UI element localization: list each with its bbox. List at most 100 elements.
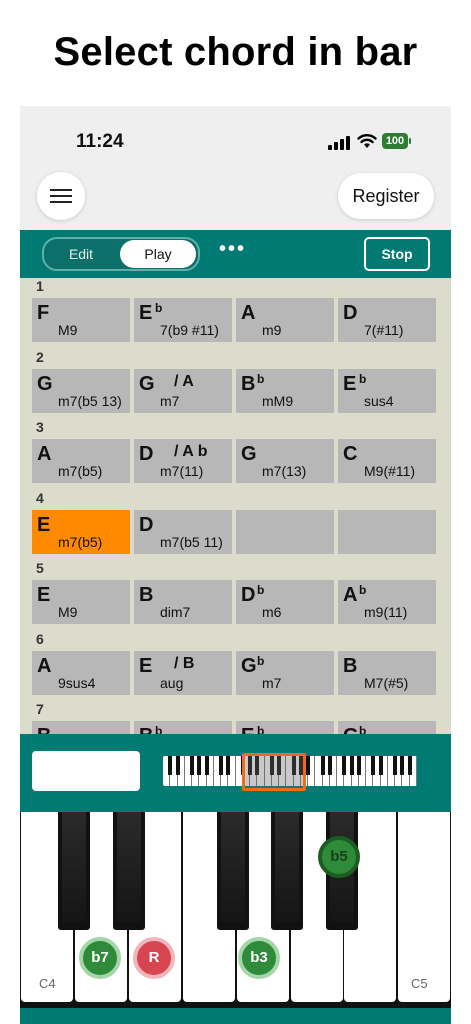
chord-cell[interactable]: Am7(b5) [32, 439, 130, 483]
black-key[interactable] [271, 812, 303, 930]
chord-cell-selected[interactable]: Em7(b5) [32, 509, 130, 554]
chord-cell[interactable]: Eb sus4 [338, 368, 436, 413]
chord-root: G [241, 443, 257, 465]
chord-cell[interactable]: G / A m7 [134, 368, 232, 413]
bar-number: 6 [36, 630, 44, 647]
chord-quality: m6 [262, 604, 282, 620]
overview-black-key [219, 756, 224, 775]
chord-quality: M9(#11) [364, 463, 416, 479]
chord-quality: m7(b5) [58, 533, 103, 550]
overview-black-key [327, 756, 332, 775]
chord-root: A [241, 302, 256, 324]
chord-quality: M7(#5) [364, 674, 409, 691]
chord-cell[interactable]: Ab m9(11) [338, 580, 436, 624]
edit-mode-button[interactable]: Edit [44, 239, 118, 269]
overview-black-key [371, 756, 376, 775]
mode-segmented-control: Edit Play [42, 237, 200, 271]
chord-quality: m7(b5) [58, 463, 103, 479]
overview-black-key [378, 756, 383, 775]
chord-cell[interactable]: Gb m7 [236, 650, 334, 695]
chord-quality: mM9 [262, 392, 294, 409]
chord-cell[interactable]: Bb [134, 721, 232, 735]
bar-number: 1 [36, 278, 44, 294]
chord-cell[interactable]: Eb [236, 721, 334, 735]
keyboard-range-selector[interactable] [242, 753, 306, 791]
chord-cell[interactable]: Gb [338, 721, 436, 735]
chord-cell[interactable]: Dm7(b5 11) [134, 509, 232, 554]
chord-root: G [139, 372, 155, 395]
chord-cell[interactable]: C M9(#11) [338, 439, 436, 483]
chord-quality: m7(b5 13) [58, 392, 122, 409]
chord-root: B [241, 372, 256, 395]
chord-root: E [37, 513, 51, 536]
wifi-icon [357, 134, 377, 148]
chord-tone-marker: R [133, 937, 175, 979]
chord-accidental: b [257, 371, 265, 386]
chord-root: E [343, 372, 357, 395]
overview-black-key [175, 756, 180, 775]
bar-number: 3 [36, 419, 44, 435]
chord-slash-bass: / B [174, 654, 195, 672]
keyboard-bottom-strip [20, 1008, 451, 1024]
chord-quality: M9 [58, 604, 78, 620]
chord-cell[interactable]: E / B aug [134, 650, 232, 695]
bar-number: 4 [36, 489, 44, 506]
chord-cell[interactable]: B M7(#5) [338, 650, 436, 695]
chord-quality: dim7 [160, 604, 191, 620]
overview-black-key [168, 756, 173, 775]
black-key[interactable] [113, 812, 145, 930]
chord-cell[interactable]: A 9sus4 [32, 650, 130, 695]
more-options-icon[interactable]: ••• [219, 238, 246, 261]
play-mode-button[interactable]: Play [120, 240, 196, 268]
chord-cell[interactable]: E M9 [32, 580, 130, 624]
chord-quality: m9 [262, 322, 282, 338]
chord-display-box [32, 751, 140, 791]
chord-root: D [241, 584, 256, 606]
chord-cell[interactable]: B [32, 721, 130, 735]
chord-cell[interactable]: D 7(#11) [338, 298, 436, 342]
piano-keyboard[interactable]: C4 C5 b7 Rb3 b5 [20, 812, 451, 1008]
chord-root: B [343, 654, 358, 677]
bar-number: 5 [36, 560, 44, 576]
chord-cell[interactable]: F M9 [32, 298, 130, 342]
status-bar: 11:24 100 Register [20, 106, 451, 230]
key-label-c4: C4 [39, 976, 56, 991]
chord-cell[interactable]: Gm7(b5 13) [32, 368, 130, 413]
chord-root: A [37, 654, 52, 677]
chord-accidental: b [155, 301, 163, 315]
status-time: 11:24 [76, 131, 124, 152]
overview-black-key [204, 756, 209, 775]
chord-quality: m7(13) [262, 463, 307, 479]
chord-tone-marker: b5 [318, 836, 360, 878]
chord-cell[interactable]: D / A b m7(11) [134, 439, 232, 483]
overview-black-key [190, 756, 195, 775]
chord-accidental: b [359, 583, 367, 597]
chord-cell[interactable]: Bdim7 [134, 580, 232, 624]
chord-slash-bass: / A b [174, 443, 208, 460]
register-button[interactable]: Register [338, 173, 434, 219]
hamburger-icon [50, 201, 72, 203]
chord-root: E [139, 654, 153, 677]
overview-black-key [349, 756, 354, 775]
chord-root: G [37, 372, 53, 395]
bar-number: 2 [36, 348, 44, 365]
chord-cell[interactable]: Db m6 [236, 580, 334, 624]
chord-quality: 7(b9 #11) [160, 322, 219, 338]
chord-root: F [37, 302, 50, 324]
signal-icon [328, 136, 350, 150]
black-key[interactable] [217, 812, 249, 930]
chord-cell[interactable]: Am9 [236, 298, 334, 342]
chord-cell[interactable]: Eb 7(b9 #11) [134, 298, 232, 342]
chord-cell[interactable] [236, 509, 334, 554]
stop-button[interactable]: Stop [364, 237, 430, 271]
chord-cell[interactable]: Bb mM9 [236, 368, 334, 413]
chord-cell[interactable] [338, 509, 436, 554]
chord-root: D [139, 443, 154, 465]
menu-button[interactable] [37, 172, 85, 220]
chord-cell[interactable]: Gm7(13) [236, 439, 334, 483]
white-key[interactable] [398, 812, 451, 1002]
phone-screen: 11:24 100 Register Edit Play ••• Stop 1 F… [20, 106, 451, 1024]
overview-black-key [393, 756, 398, 775]
chord-quality: m9(11) [364, 604, 408, 620]
black-key[interactable] [58, 812, 90, 930]
